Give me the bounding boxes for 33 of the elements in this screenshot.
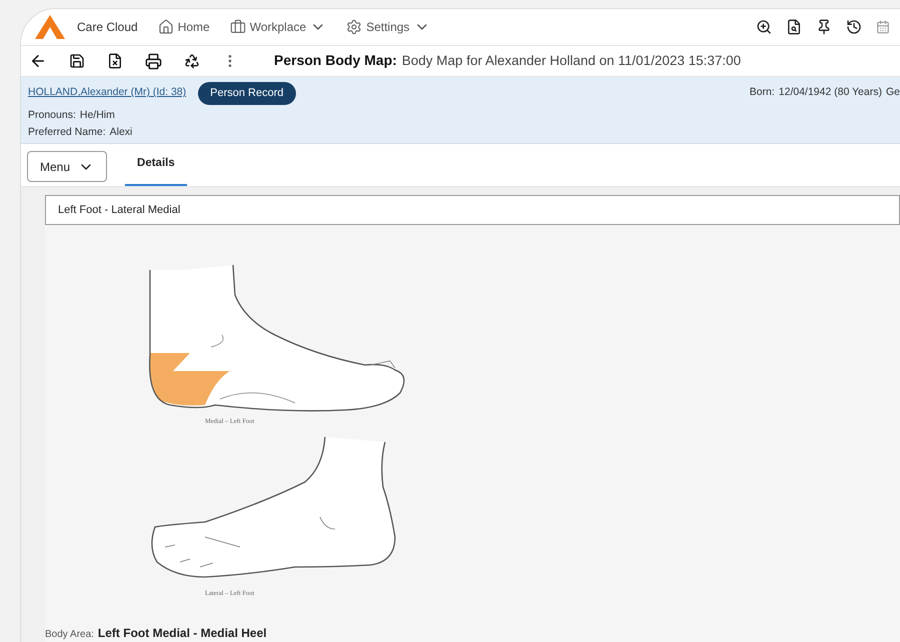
print-icon[interactable] [145,52,162,70]
app-name: Care Cloud [77,19,138,36]
briefcase-icon [230,19,246,35]
file-x-icon[interactable] [107,53,123,69]
gear-icon [346,19,362,35]
document-search-icon[interactable] [786,19,802,35]
body-view-select[interactable]: Left Foot - Lateral Medial [45,195,900,225]
cut-label: Ge [886,85,900,100]
born-value: 12/04/1942 (80 Years) [778,85,882,100]
zoom-in-icon[interactable] [756,19,772,35]
calendar-icon[interactable] [876,20,890,34]
body-area-value: Left Foot Medial - Medial Heel [98,625,267,642]
preferred-name-value: Alexi [110,124,132,140]
history-icon[interactable] [846,19,862,35]
pronouns-value: He/Him [80,108,115,123]
page-subtitle: Body Map for Alexander Holland on 11/01/2023 15:37:00 [402,52,741,70]
person-record-button[interactable]: Person Record [198,82,296,104]
nav-item[interactable]: Workplace [230,18,326,36]
born-label: Born: [750,85,775,100]
save-icon[interactable] [69,53,85,69]
page-title: Person Body Map: [274,51,397,70]
patient-link[interactable]: HOLLAND,Alexander (Mr) (Id: 38) [28,85,186,101]
logo-icon [35,15,65,39]
nav-item[interactable]: Settings [346,18,430,36]
home-icon [158,19,174,35]
preferred-name-label: Preferred Name: [28,124,106,140]
menu-button[interactable]: Menu [27,151,108,182]
back-icon[interactable] [29,52,47,70]
nav-item[interactable]: Home [158,18,210,36]
body-area-label: Body Area: [45,628,94,642]
recycle-icon[interactable] [184,53,200,69]
pronouns-label: Pronouns: [28,108,76,123]
pin-icon[interactable] [816,19,832,35]
